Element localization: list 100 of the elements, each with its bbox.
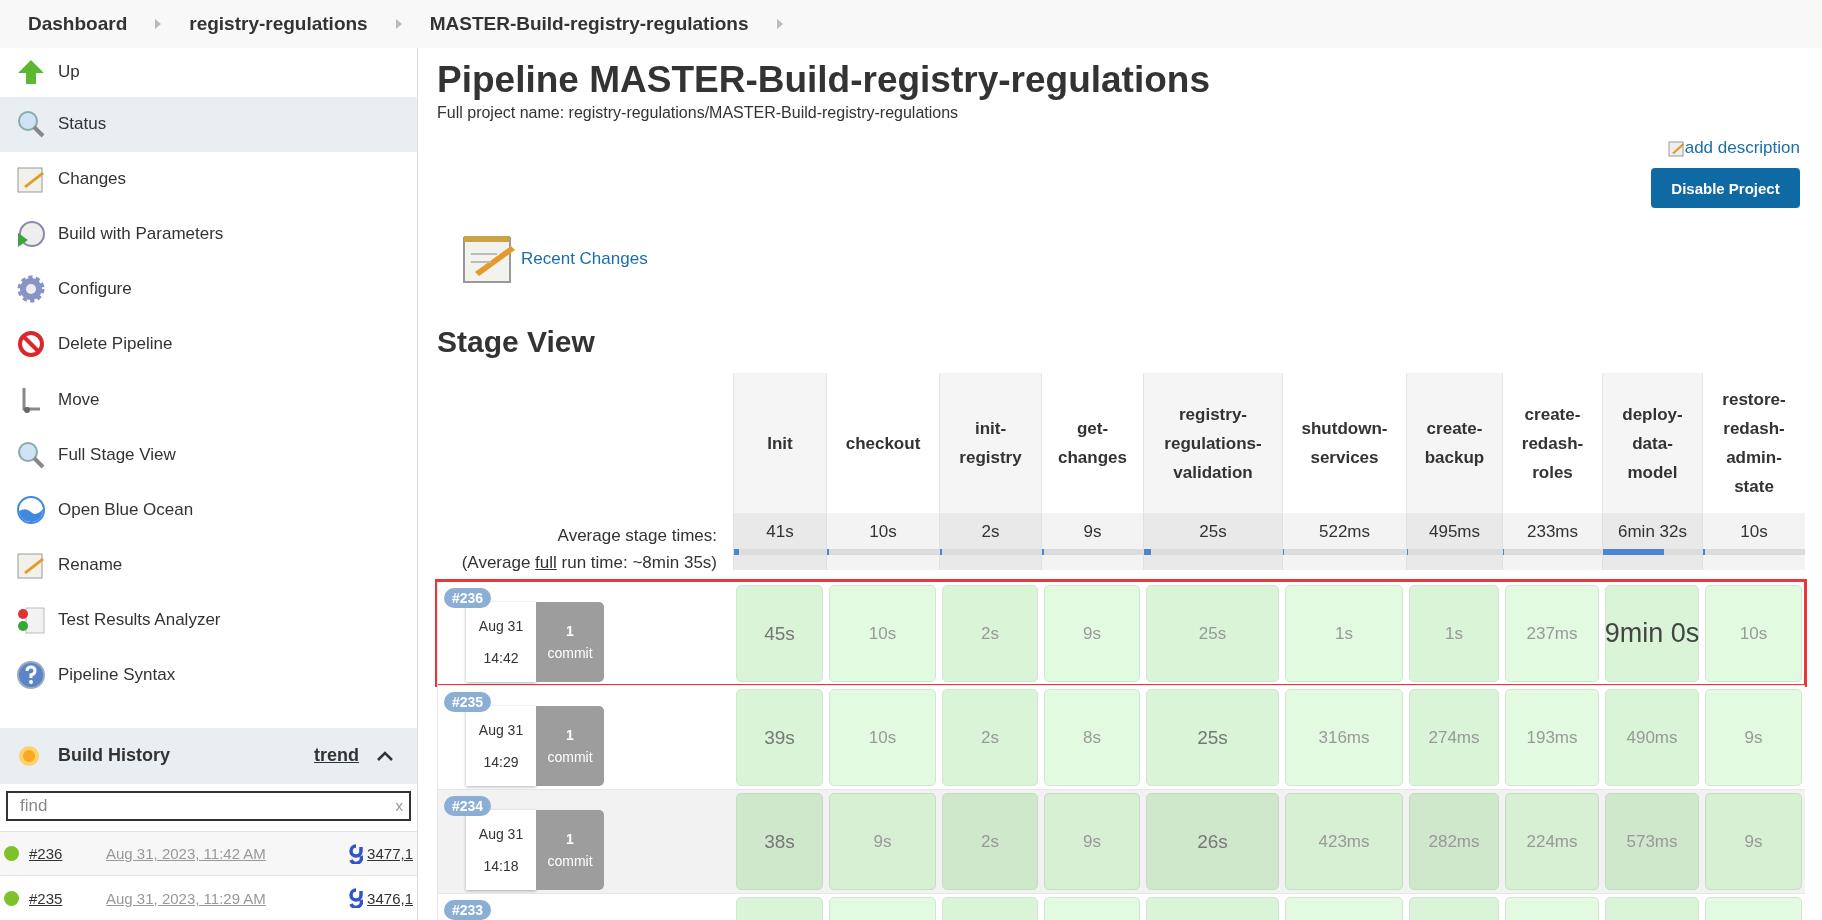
find-field[interactable]: find x xyxy=(6,791,411,821)
changes-link[interactable]: 3477,1 xyxy=(367,845,413,863)
commit-count-button[interactable]: 1 commit xyxy=(536,602,604,682)
sidebar-item[interactable]: Up xyxy=(0,48,417,97)
clock-icon xyxy=(16,219,46,250)
stage-cell[interactable]: 9s xyxy=(1705,689,1802,786)
build-date: Aug 31 xyxy=(478,722,524,738)
stage-cell[interactable]: 9s xyxy=(829,793,936,890)
stage-cell[interactable]: 10s xyxy=(829,585,936,682)
stage-cell[interactable]: 490ms xyxy=(1605,689,1699,786)
average-time: 9s xyxy=(1083,522,1102,542)
stage-cell[interactable]: 423ms xyxy=(1285,793,1403,890)
stage-cell[interactable]: 316ms xyxy=(1285,689,1403,786)
checklist-icon xyxy=(16,604,46,635)
sidebar-item[interactable]: Delete Pipeline xyxy=(0,316,417,373)
breadcrumb-link[interactable]: MASTER-Build-registry-regulations xyxy=(429,13,749,35)
sidebar-item[interactable]: Full Stage View xyxy=(0,427,417,483)
full-link[interactable]: full xyxy=(535,553,557,572)
sidebar-item[interactable]: Status xyxy=(0,96,417,152)
average-time: 495ms xyxy=(1429,522,1480,542)
build-history-title: Build History xyxy=(58,745,171,767)
build-link[interactable]: #235 xyxy=(29,889,106,907)
wave-circle-icon xyxy=(16,494,46,525)
commit-count-button[interactable]: 1 commit xyxy=(536,706,604,786)
stage-cell[interactable]: 573ms xyxy=(1605,793,1699,890)
build-date: Aug 31 xyxy=(478,618,524,634)
chevron-right-icon[interactable] xyxy=(395,19,402,29)
stage-cell[interactable]: 26s xyxy=(1146,793,1279,890)
stage-cell[interactable]: 9s xyxy=(1705,793,1802,890)
page-title: Pipeline MASTER-Build-registry-regulations xyxy=(437,58,1211,102)
stage-cell[interactable]: 39s xyxy=(736,689,823,786)
average-time: 6min 32s xyxy=(1618,522,1687,542)
stage-cell[interactable]: 2s xyxy=(942,793,1038,890)
clear-button[interactable]: x xyxy=(395,797,403,815)
chevron-right-icon[interactable] xyxy=(155,19,162,29)
stage-cell[interactable]: 1s xyxy=(1409,585,1499,682)
stage-cell[interactable]: 45s xyxy=(736,585,823,682)
sidebar-item[interactable]: Changes xyxy=(0,151,417,207)
average-time: 41s xyxy=(766,522,794,542)
build-time: 14:18 xyxy=(483,858,519,874)
trend-link[interactable]: trend xyxy=(314,745,359,767)
chevron-right-icon[interactable] xyxy=(776,19,783,29)
average-stage-times-label: Average stage times: xyxy=(557,525,717,547)
build-number-badge[interactable]: #234 xyxy=(444,796,492,816)
breadcrumb-link[interactable]: Dashboard xyxy=(28,13,128,35)
build-date-link[interactable]: Aug 31, 2023, 11:42 AM xyxy=(106,845,350,863)
average-time: 2s xyxy=(981,522,1000,542)
build-number-badge[interactable]: #236 xyxy=(444,588,492,608)
add-description-link[interactable]: add description xyxy=(1667,138,1800,158)
average-time: 10s xyxy=(869,522,897,542)
build-number-badge[interactable]: #235 xyxy=(444,692,492,712)
search-icon xyxy=(16,109,46,140)
chevron-up-icon[interactable] xyxy=(377,750,393,761)
build-time: 14:42 xyxy=(483,650,519,666)
stage-cell[interactable]: 193ms xyxy=(1505,689,1599,786)
average-time: 233ms xyxy=(1527,522,1578,542)
stage-cell[interactable]: 9s xyxy=(1044,585,1140,682)
stage-cell[interactable]: 224ms xyxy=(1505,793,1599,890)
stage-cell[interactable]: 10s xyxy=(1705,585,1802,682)
stage-cell[interactable]: 25s xyxy=(1146,585,1279,682)
stage-cell[interactable]: 8s xyxy=(1044,689,1140,786)
changes-link[interactable]: 3476,1 xyxy=(367,889,413,907)
stage-cell[interactable]: 237ms xyxy=(1505,585,1599,682)
stage-header: registry-regulations-validation xyxy=(1143,373,1282,513)
notepad-icon xyxy=(1667,139,1685,157)
stage-cell[interactable]: 9min 0s xyxy=(1605,585,1699,682)
disable-project-button[interactable]: Disable Project xyxy=(1651,168,1800,208)
stage-cell[interactable]: 1s xyxy=(1285,585,1403,682)
help-icon xyxy=(16,660,46,691)
full-project-name: Full project name: registry-regulations/MASTER-Build-registry-regulations xyxy=(437,103,960,123)
stage-cell[interactable]: 9s xyxy=(1044,793,1140,890)
prohibited-icon xyxy=(16,329,46,360)
stage-cell[interactable]: 274ms xyxy=(1409,689,1499,786)
build-time: 14:29 xyxy=(483,754,519,770)
stage-cell[interactable]: 38s xyxy=(736,793,823,890)
build-link[interactable]: #236 xyxy=(29,845,106,863)
changes-icon xyxy=(349,843,364,864)
recent-changes-link[interactable]: Recent Changes xyxy=(521,249,648,269)
sun-icon xyxy=(18,744,40,767)
build-number-badge[interactable]: #233 xyxy=(444,900,492,920)
stage-cell[interactable]: 2s xyxy=(942,585,1038,682)
average-time: 10s xyxy=(1740,522,1768,542)
sidebar-item[interactable]: Test Results Analyzer xyxy=(0,592,417,648)
breadcrumb-link[interactable]: registry-regulations xyxy=(189,13,368,35)
arrow-up-icon xyxy=(16,58,46,87)
stage-cell[interactable]: 282ms xyxy=(1409,793,1499,890)
average-time: 522ms xyxy=(1319,522,1370,542)
commit-count-button[interactable]: 1 commit xyxy=(536,810,604,890)
stage-cell[interactable]: 25s xyxy=(1146,689,1279,786)
build-date-link[interactable]: Aug 31, 2023, 11:29 AM xyxy=(106,889,350,907)
sidebar-item[interactable]: Pipeline Syntax xyxy=(0,647,417,703)
sidebar-item[interactable]: Rename xyxy=(0,537,417,593)
sidebar-item[interactable]: Configure xyxy=(0,261,417,317)
stage-view-title: Stage View xyxy=(437,324,596,360)
sidebar-item[interactable]: Open Blue Ocean xyxy=(0,482,417,538)
stage-header: Init xyxy=(733,373,826,513)
sidebar-item[interactable]: Build with Parameters xyxy=(0,206,417,262)
sidebar-item[interactable]: Move xyxy=(0,372,417,428)
stage-cell[interactable]: 10s xyxy=(829,689,936,786)
stage-cell[interactable]: 2s xyxy=(942,689,1038,786)
